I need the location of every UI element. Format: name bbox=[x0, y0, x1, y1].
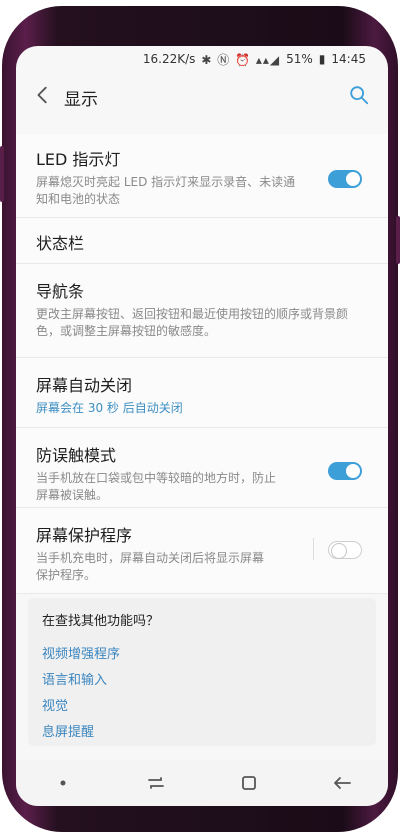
suggestions-title: 在查找其他功能吗？ bbox=[42, 614, 160, 629]
setting-title: 状态栏 bbox=[36, 234, 85, 253]
phone-frame: 16.22K/s ✱ Ⓝ ⏰ ▴▴◢ 51% ▮ 14:45 显示 LED 指示… bbox=[0, 6, 400, 832]
setting-title: 屏幕保护程序 bbox=[36, 526, 133, 545]
system-nav-bar bbox=[16, 760, 388, 806]
suggestion-link[interactable]: 语言和输入 bbox=[42, 669, 362, 695]
setting-desc: 屏幕熄灭时亮起 LED 指示灯来显示录音、未读通知和电池的状态 bbox=[36, 175, 296, 206]
battery-level: 51% bbox=[286, 52, 313, 66]
divider bbox=[313, 538, 314, 560]
back-arrow-icon[interactable] bbox=[32, 84, 54, 106]
setting-title: 导航条 bbox=[36, 282, 85, 301]
setting-desc: 屏幕会在 30 秒 后自动关闭 bbox=[36, 401, 183, 415]
setting-desc: 当手机放在口袋或包中等较暗的地方时，防止屏幕被误触。 bbox=[36, 471, 277, 502]
setting-desc: 更改主屏幕按钮、返回按钮和最近使用按钮的顺序或背景颜色，或调整主屏幕按钮的敏感度… bbox=[36, 307, 349, 338]
power-button bbox=[396, 216, 400, 264]
setting-title: LED 指示灯 bbox=[36, 150, 121, 169]
home-icon[interactable] bbox=[237, 771, 261, 795]
suggestion-link[interactable]: 息屏提醒 bbox=[42, 721, 362, 747]
clock: 14:45 bbox=[331, 52, 366, 66]
suggestion-link[interactable]: 视频增强程序 bbox=[42, 643, 362, 669]
setting-status-bar[interactable]: 状态栏 bbox=[16, 218, 388, 264]
led-indicator-toggle[interactable] bbox=[328, 170, 362, 188]
network-speed: 16.22K/s bbox=[142, 52, 196, 66]
setting-screensaver[interactable]: 屏幕保护程序 当手机充电时，屏幕自动关闭后将显示屏幕保护程序。 bbox=[16, 508, 388, 594]
suggestion-link[interactable]: 视觉 bbox=[42, 695, 362, 721]
status-bar: 16.22K/s ✱ Ⓝ ⏰ ▴▴◢ 51% ▮ 14:45 bbox=[16, 46, 388, 72]
setting-desc: 当手机充电时，屏幕自动关闭后将显示屏幕保护程序。 bbox=[36, 551, 265, 582]
setting-accidental-touch[interactable]: 防误触模式 当手机放在口袋或包中等较暗的地方时，防止屏幕被误触。 bbox=[16, 428, 388, 508]
settings-list: LED 指示灯 屏幕熄灭时亮起 LED 指示灯来显示录音、未读通知和电池的状态 … bbox=[16, 134, 388, 594]
page-title: 显示 bbox=[64, 90, 98, 110]
app-bar: 显示 bbox=[16, 76, 388, 116]
search-icon[interactable] bbox=[348, 84, 370, 106]
suggestions-card: 在查找其他功能吗？ 视频增强程序 语言和输入 视觉 息屏提醒 bbox=[28, 598, 376, 746]
setting-title: 防误触模式 bbox=[36, 446, 117, 465]
dot-icon[interactable] bbox=[51, 771, 75, 795]
back-icon[interactable] bbox=[330, 771, 354, 795]
recent-apps-icon[interactable] bbox=[144, 771, 168, 795]
setting-screen-timeout[interactable]: 屏幕自动关闭 屏幕会在 30 秒 后自动关闭 bbox=[16, 358, 388, 428]
setting-navigation-bar[interactable]: 导航条 更改主屏幕按钮、返回按钮和最近使用按钮的顺序或背景颜色，或调整主屏幕按钮… bbox=[16, 264, 388, 358]
accidental-touch-toggle[interactable] bbox=[328, 462, 362, 480]
screensaver-toggle[interactable] bbox=[328, 541, 362, 559]
status-icons: ✱ Ⓝ ⏰ ▴▴◢ bbox=[201, 52, 281, 67]
screen: 16.22K/s ✱ Ⓝ ⏰ ▴▴◢ 51% ▮ 14:45 显示 LED 指示… bbox=[16, 46, 388, 806]
battery-icon: ▮ bbox=[318, 52, 326, 66]
setting-led-indicator[interactable]: LED 指示灯 屏幕熄灭时亮起 LED 指示灯来显示录音、未读通知和电池的状态 bbox=[16, 134, 388, 218]
setting-title: 屏幕自动关闭 bbox=[36, 376, 133, 395]
volume-button bbox=[0, 146, 4, 202]
